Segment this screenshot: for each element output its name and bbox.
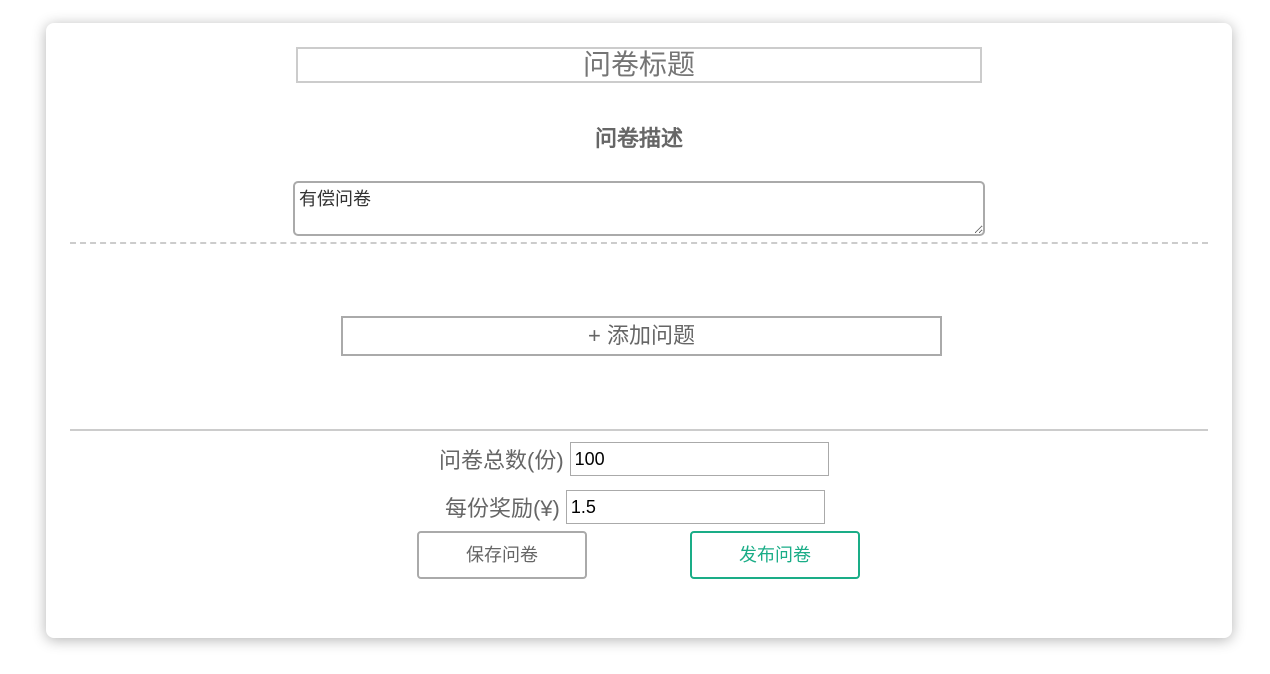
publish-survey-button[interactable]: 发布问卷: [690, 531, 860, 579]
total-count-label: 问卷总数(份): [439, 448, 564, 473]
reward-row: 每份奖励(¥): [445, 490, 825, 524]
survey-editor-card: 问卷描述 有偿问卷 + 添加问题 问卷总数(份) 每份奖励(¥) 保存问卷 发布…: [46, 23, 1232, 638]
description-heading: 问卷描述: [594, 126, 683, 151]
total-count-input[interactable]: [569, 442, 829, 476]
reward-label: 每份奖励(¥): [445, 496, 560, 521]
section-divider-dashed: [70, 242, 1208, 244]
reward-input[interactable]: [565, 490, 825, 524]
save-survey-button[interactable]: 保存问卷: [417, 531, 587, 579]
section-divider: [70, 429, 1208, 431]
description-textarea[interactable]: 有偿问卷: [293, 181, 985, 236]
total-count-row: 问卷总数(份): [439, 442, 829, 476]
survey-title-input[interactable]: [296, 47, 982, 83]
add-question-button[interactable]: + 添加问题: [341, 316, 942, 356]
